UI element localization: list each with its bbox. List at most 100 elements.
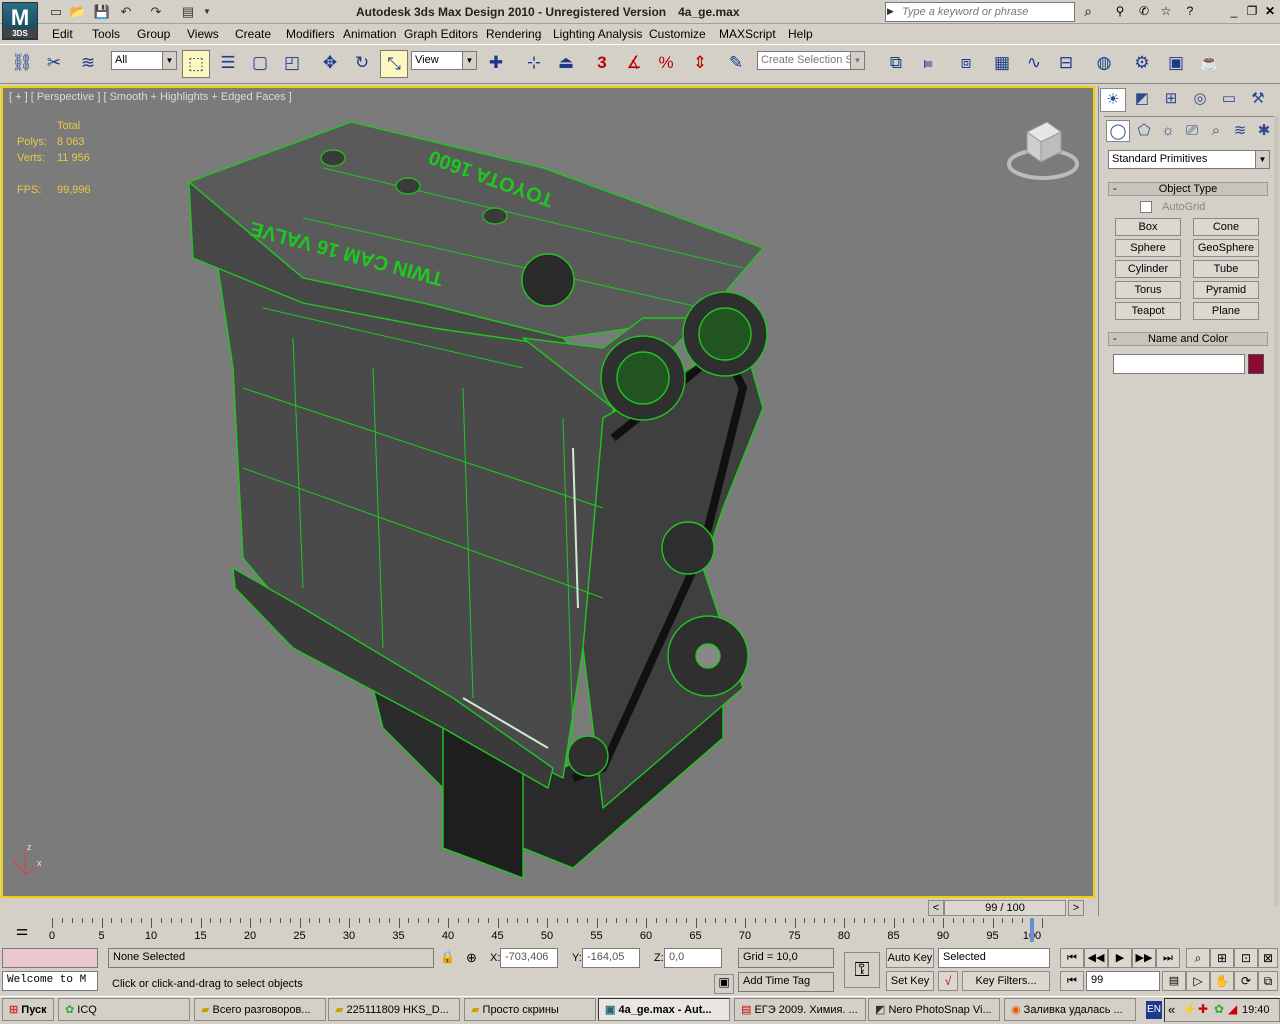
undo-icon[interactable]: ↶ [116, 3, 136, 21]
menu-help[interactable]: Help [788, 27, 813, 41]
auto-key-button[interactable]: Auto Key [886, 948, 934, 968]
taskbar-item-icq[interactable]: ✿ ICQ [58, 998, 190, 1021]
named-selection-set-input[interactable]: Create Selection Se ▼ [757, 51, 865, 70]
quick-access-dropdown-icon[interactable]: ▼ [200, 3, 214, 21]
go-to-start-icon[interactable]: ⏮ [1060, 948, 1084, 968]
taskbar-item-folder[interactable]: ▰ 225111809 HKS_D... [328, 998, 460, 1021]
object-type-rollout-header[interactable]: - Object Type [1108, 182, 1268, 196]
language-indicator[interactable]: EN [1146, 1001, 1162, 1019]
engine-model[interactable]: TOYOTA 1600 TWIN CAM 16 VALVE [3, 88, 1095, 898]
shapes-icon[interactable]: ⬠ [1132, 120, 1156, 142]
taskbar-item-nero[interactable]: ◩ Nero PhotoSnap Vi... [868, 998, 1000, 1021]
time-slider-thumb[interactable]: 99 / 100 [944, 900, 1066, 916]
helpers-icon[interactable]: ⌕ [1204, 120, 1228, 142]
trackbar[interactable]: 0510152025303540455055606570758085909510… [49, 918, 1043, 944]
menu-lighting-analysis[interactable]: Lighting Analysis [553, 27, 642, 41]
next-frame-arrow[interactable]: > [1068, 900, 1084, 916]
menu-animation[interactable]: Animation [343, 27, 396, 41]
layer-manager-icon[interactable]: ⧈ [952, 50, 980, 78]
create-tab-icon[interactable]: ☀ [1100, 88, 1126, 112]
absolute-mode-icon[interactable]: ⊕ [466, 950, 477, 966]
torus-button[interactable]: Torus [1115, 281, 1181, 299]
cameras-icon[interactable]: ⎚ [1180, 120, 1204, 142]
hierarchy-tab-icon[interactable]: ⊞ [1158, 88, 1184, 112]
sphere-button[interactable]: Sphere [1115, 239, 1181, 257]
current-frame-marker[interactable] [1030, 918, 1035, 942]
select-object-icon[interactable]: ⬚ [182, 50, 210, 78]
communication-center-icon[interactable]: ✆ [1136, 4, 1152, 20]
geosphere-button[interactable]: GeoSphere [1193, 239, 1259, 257]
pyramid-button[interactable]: Pyramid [1193, 281, 1259, 299]
x-coordinate-field[interactable]: -703,406 [500, 948, 558, 968]
menu-maxscript[interactable]: MAXScript [719, 27, 776, 41]
tray-expand-icon[interactable]: « [1168, 1002, 1175, 1017]
window-crossing-icon[interactable]: ◰ [278, 50, 306, 78]
menu-modifiers[interactable]: Modifiers [286, 27, 335, 41]
menu-tools[interactable]: Tools [92, 27, 120, 41]
percent-snap-icon[interactable]: % [652, 50, 680, 78]
restore-icon[interactable]: ❐ [1244, 4, 1260, 20]
keyword-search-input[interactable]: Type a keyword or phrase [885, 2, 1075, 22]
reference-coord-dropdown[interactable]: View ▼ [411, 51, 477, 70]
set-key-icon[interactable]: ⚿ [844, 952, 880, 988]
keyboard-shortcut-override-icon[interactable]: ⏏ [552, 50, 580, 78]
redo-icon[interactable]: ↷ [146, 3, 166, 21]
mini-curve-editor-icon[interactable]: ⚌ [12, 922, 32, 940]
taskbar-item-3dsmax[interactable]: ▣ 4a_ge.max - Aut... [598, 998, 730, 1021]
key-mode-toggle-icon[interactable]: ⏮ [1060, 971, 1084, 991]
curve-editor-icon[interactable]: ∿ [1020, 50, 1048, 78]
graphite-modeling-tools-icon[interactable]: ▦ [988, 50, 1016, 78]
cone-button[interactable]: Cone [1193, 218, 1259, 236]
tray-antivirus-icon[interactable]: ✚ [1198, 1002, 1208, 1016]
help-icon[interactable]: ? [1182, 4, 1198, 20]
menu-create[interactable]: Create [235, 27, 271, 41]
zoom-icon[interactable]: ⌕ [1186, 948, 1210, 968]
favorites-star-icon[interactable]: ☆ [1158, 4, 1174, 20]
next-frame-icon[interactable]: ▶▶ [1132, 948, 1156, 968]
y-coordinate-field[interactable]: -164,05 [582, 948, 640, 968]
add-time-tag-button[interactable]: Add Time Tag [738, 972, 834, 992]
tray-icq-icon[interactable]: ✿ [1214, 1002, 1224, 1016]
subscription-icon[interactable]: ⚲ [1112, 4, 1128, 20]
project-folder-icon[interactable]: ▤ [178, 3, 198, 21]
current-frame-spinner[interactable]: 99 [1086, 971, 1160, 991]
field-of-view-icon[interactable]: ▷ [1186, 971, 1210, 991]
schematic-view-icon[interactable]: ⊟ [1052, 50, 1080, 78]
space-warps-icon[interactable]: ≋ [1228, 120, 1252, 142]
autogrid-checkbox[interactable] [1140, 201, 1152, 213]
maxscript-output[interactable]: Welcome to M [2, 971, 98, 991]
primitive-category-dropdown[interactable]: Standard Primitives ▼ [1108, 150, 1270, 169]
maximize-viewport-icon[interactable]: ⧉ [1258, 971, 1278, 991]
modify-tab-icon[interactable]: ◩ [1129, 88, 1155, 112]
menu-group[interactable]: Group [137, 27, 170, 41]
select-and-link-icon[interactable]: ⛓ [8, 50, 36, 78]
menu-edit[interactable]: Edit [52, 27, 73, 41]
render-production-icon[interactable]: ☕ [1196, 50, 1224, 78]
app-menu-button[interactable]: M 3DS [2, 2, 38, 40]
taskbar-item-pdf[interactable]: ▤ ЕГЭ 2009. Химия. ... [734, 998, 866, 1021]
select-and-manipulate-icon[interactable]: ⊹ [520, 50, 548, 78]
pivot-center-icon[interactable]: ✚ [482, 50, 510, 78]
utilities-tab-icon[interactable]: ⚒ [1245, 88, 1271, 112]
rotate-icon[interactable]: ↻ [348, 50, 376, 78]
new-file-icon[interactable]: ▭ [46, 3, 66, 21]
move-icon[interactable]: ✥ [316, 50, 344, 78]
time-tag-icon[interactable]: ▣ [714, 974, 734, 994]
selection-filter-dropdown[interactable]: All ▼ [111, 51, 177, 70]
taskbar-item-firefox[interactable]: ◉ Заливка удалась ... [1004, 998, 1136, 1021]
default-tangent-icon[interactable]: √ [938, 971, 958, 991]
close-icon[interactable]: ✕ [1262, 4, 1278, 20]
rectangular-selection-icon[interactable]: ▢ [246, 50, 274, 78]
selection-lock-icon[interactable]: 🔒 [440, 950, 455, 964]
pan-view-icon[interactable]: ✋ [1210, 971, 1234, 991]
geometry-icon[interactable]: ◯ [1106, 120, 1130, 142]
previous-frame-icon[interactable]: ◀◀ [1084, 948, 1108, 968]
align-icon[interactable]: ⫢ [914, 50, 942, 78]
taskbar-item-screens[interactable]: ▰ Просто скрины [464, 998, 596, 1021]
object-name-input[interactable] [1113, 354, 1245, 374]
z-coordinate-field[interactable]: 0,0 [664, 948, 722, 968]
go-to-end-icon[interactable]: ⏭ [1156, 948, 1180, 968]
edit-named-selection-icon[interactable]: ✎ [722, 50, 750, 78]
render-setup-icon[interactable]: ⚙ [1128, 50, 1156, 78]
systems-icon[interactable]: ✱ [1252, 120, 1276, 142]
